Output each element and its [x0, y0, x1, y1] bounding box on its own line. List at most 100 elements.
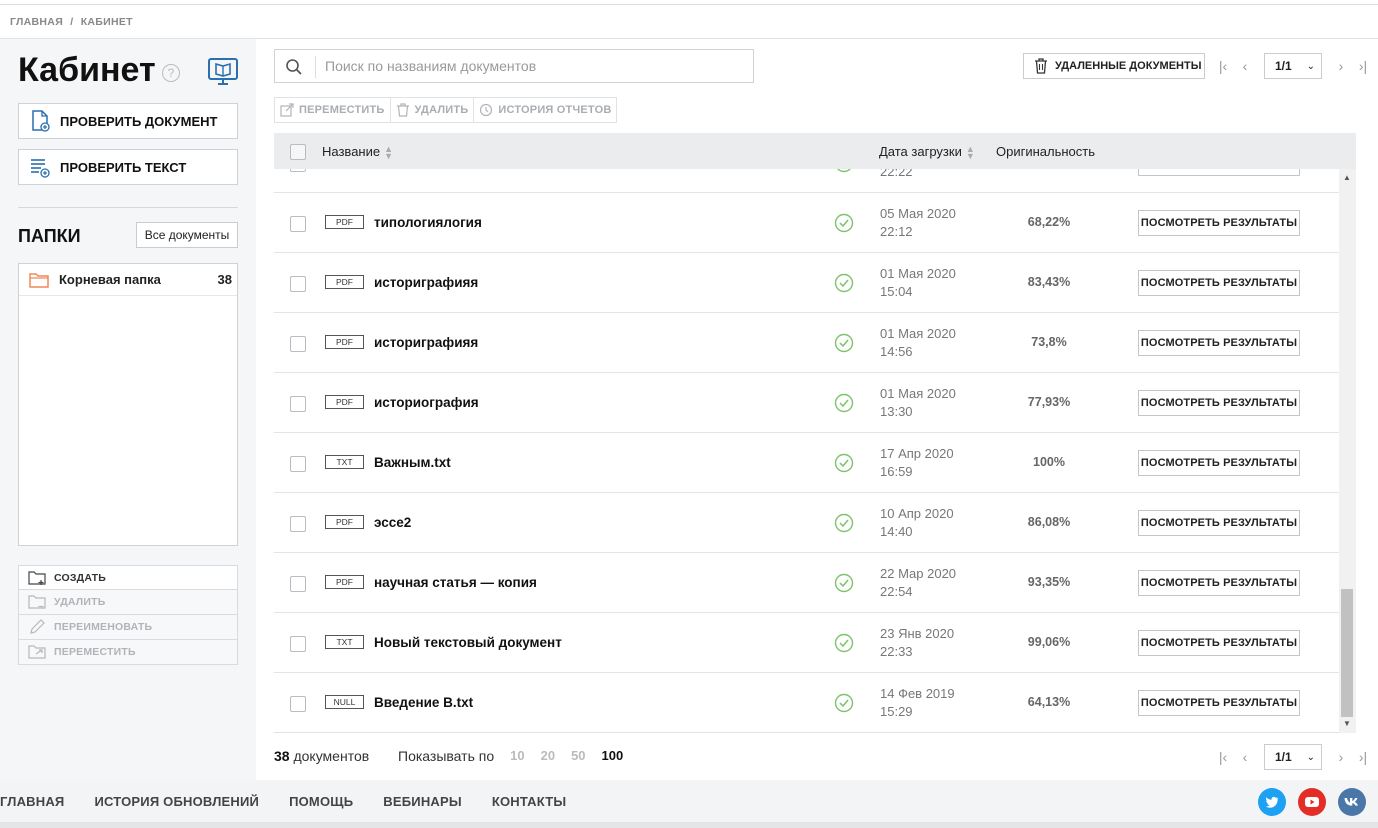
move-button[interactable]: ПЕРЕМЕСТИТЬ: [275, 98, 391, 122]
footer-link-updates[interactable]: ИСТОРИЯ ОБНОВЛЕНИЙ: [94, 794, 259, 809]
prev-page-icon[interactable]: ‹: [1235, 56, 1255, 76]
last-page-icon[interactable]: ›|: [1353, 56, 1373, 76]
table-row[interactable]: PDF научная статья — копия 22 Мар 2020 22…: [274, 553, 1339, 613]
row-checkbox[interactable]: [290, 636, 306, 652]
next-page-icon[interactable]: ›: [1331, 747, 1351, 767]
view-results-button[interactable]: ПОСМОТРЕТЬ РЕЗУЛЬТАТЫ: [1138, 630, 1300, 656]
page-select[interactable]: 1/1 ⌄: [1264, 744, 1322, 770]
row-checkbox[interactable]: [290, 216, 306, 232]
row-checkbox[interactable]: [290, 396, 306, 412]
folder-actions: СОЗДАТЬ УДАЛИТЬ ПЕРЕИМЕНОВАТЬ ПЕРЕМЕСТИТ…: [18, 565, 238, 665]
row-checkbox[interactable]: [290, 516, 306, 532]
upload-date-day: 10 Апр 2020: [880, 506, 954, 521]
row-checkbox[interactable]: [290, 696, 306, 712]
document-name[interactable]: научная статья — копия: [374, 575, 537, 590]
page-size-option[interactable]: 50: [571, 748, 585, 764]
column-date[interactable]: Дата загрузки ▲ ▼: [879, 144, 975, 160]
table-row[interactable]: PDF историграфияя 01 Мая 2020 15:04 83,43…: [274, 253, 1339, 313]
view-results-button[interactable]: [1138, 169, 1300, 176]
vk-icon[interactable]: [1338, 788, 1366, 816]
select-all-checkbox[interactable]: [290, 144, 306, 160]
scrollbar-thumb[interactable]: [1341, 589, 1353, 717]
view-results-button[interactable]: ПОСМОТРЕТЬ РЕЗУЛЬТАТЫ: [1138, 570, 1300, 596]
next-page-icon[interactable]: ›: [1331, 56, 1351, 76]
first-page-icon[interactable]: |‹: [1213, 747, 1233, 767]
last-page-icon[interactable]: ›|: [1353, 747, 1373, 767]
view-results-button[interactable]: ПОСМОТРЕТЬ РЕЗУЛЬТАТЫ: [1138, 210, 1300, 236]
document-name[interactable]: историграфияя: [374, 335, 478, 350]
row-checkbox[interactable]: [290, 576, 306, 592]
documents-table: 22:22 PDF типологиялогия 05 Мая 2020 22:1…: [274, 169, 1339, 733]
upload-date: 22:22: [880, 169, 913, 181]
delete-folder-button[interactable]: УДАЛИТЬ: [18, 590, 238, 615]
scroll-up-icon[interactable]: ▲: [1343, 173, 1351, 182]
delete-button[interactable]: УДАЛИТЬ: [391, 98, 475, 122]
check-text-button[interactable]: ПРОВЕРИТЬ ТЕКСТ: [18, 149, 238, 185]
table-scrollbar[interactable]: ▲ ▼: [1339, 169, 1356, 733]
twitter-icon[interactable]: [1258, 788, 1286, 816]
breadcrumb-home[interactable]: ГЛАВНАЯ: [10, 16, 63, 28]
table-row[interactable]: 22:22: [274, 169, 1339, 193]
table-row[interactable]: PDF историография 01 Мая 2020 13:30 77,93…: [274, 373, 1339, 433]
check-document-button[interactable]: ПРОВЕРИТЬ ДОКУМЕНТ: [18, 103, 238, 139]
view-results-button[interactable]: ПОСМОТРЕТЬ РЕЗУЛЬТАТЫ: [1138, 270, 1300, 296]
view-results-button[interactable]: ПОСМОТРЕТЬ РЕЗУЛЬТАТЫ: [1138, 510, 1300, 536]
footer-link-help[interactable]: ПОМОЩЬ: [289, 794, 353, 809]
table-row[interactable]: TXT Важным.txt 17 Апр 2020 16:59 100% ПОС…: [274, 433, 1339, 493]
rename-folder-button[interactable]: ПЕРЕИМЕНОВАТЬ: [18, 615, 238, 640]
footer-link-webinars[interactable]: ВЕБИНАРЫ: [383, 794, 462, 809]
first-page-icon[interactable]: |‹: [1213, 56, 1233, 76]
footer-link-home[interactable]: ГЛАВНАЯ: [0, 794, 64, 809]
page-size-option-active[interactable]: 100: [602, 748, 624, 764]
view-results-button[interactable]: ПОСМОТРЕТЬ РЕЗУЛЬТАТЫ: [1138, 390, 1300, 416]
chevron-down-icon: ⌄: [1306, 60, 1315, 72]
folder-item-root[interactable]: Корневая папка 38: [19, 264, 237, 296]
file-type-badge: PDF: [325, 215, 364, 229]
upload-date-day: 22 Мар 2020: [880, 566, 957, 581]
search-divider: [315, 56, 316, 78]
view-results-button[interactable]: ПОСМОТРЕТЬ РЕЗУЛЬТАТЫ: [1138, 450, 1300, 476]
row-checkbox[interactable]: [290, 276, 306, 292]
row-checkbox[interactable]: [290, 456, 306, 472]
page-select-value: 1/1: [1275, 59, 1292, 73]
document-name[interactable]: историграфияя: [374, 275, 478, 290]
document-name[interactable]: Введение В.txt: [374, 695, 473, 710]
all-documents-button[interactable]: Все документы: [136, 222, 238, 248]
document-name[interactable]: Важным.txt: [374, 455, 451, 470]
report-history-button[interactable]: ИСТОРИЯ ОТЧЕТОВ: [474, 98, 616, 122]
table-row[interactable]: NULL Введение В.txt 14 Фев 2019 15:29 64,…: [274, 673, 1339, 732]
help-icon[interactable]: ?: [162, 64, 180, 82]
footer: ГЛАВНАЯ ИСТОРИЯ ОБНОВЛЕНИЙ ПОМОЩЬ ВЕБИНА…: [0, 780, 1378, 822]
move-folder-button[interactable]: ПЕРЕМЕСТИТЬ: [18, 640, 238, 665]
footer-link-contacts[interactable]: КОНТАКТЫ: [492, 794, 566, 809]
originality-value: 64,13%: [1027, 695, 1071, 709]
table-row[interactable]: TXT Новый текстовый документ 23 Янв 2020…: [274, 613, 1339, 673]
page-size-option[interactable]: 10: [510, 748, 524, 764]
page-select[interactable]: 1/1 ⌄: [1264, 53, 1322, 79]
row-checkbox[interactable]: [290, 169, 306, 172]
view-results-button[interactable]: ПОСМОТРЕТЬ РЕЗУЛЬТАТЫ: [1138, 690, 1300, 716]
table-row[interactable]: PDF эссе2 10 Апр 2020 14:40 86,08% ПОСМОТ…: [274, 493, 1339, 553]
table-row[interactable]: PDF типологиялогия 05 Мая 2020 22:12 68,2…: [274, 193, 1339, 253]
document-name[interactable]: эссе2: [374, 515, 411, 530]
document-name[interactable]: историография: [374, 395, 479, 410]
view-results-button[interactable]: ПОСМОТРЕТЬ РЕЗУЛЬТАТЫ: [1138, 330, 1300, 356]
row-checkbox[interactable]: [290, 336, 306, 352]
create-folder-button[interactable]: СОЗДАТЬ: [18, 565, 238, 590]
table-row[interactable]: PDF историграфияя 01 Мая 2020 14:56 73,8%…: [274, 313, 1339, 373]
column-name[interactable]: Название ▲ ▼: [322, 144, 393, 160]
deleted-documents-button[interactable]: УДАЛЕННЫЕ ДОКУМЕНТЫ: [1023, 53, 1205, 79]
page-size-option[interactable]: 20: [541, 748, 555, 764]
book-monitor-icon[interactable]: [208, 58, 238, 86]
top-divider: [0, 4, 1378, 5]
prev-page-icon[interactable]: ‹: [1235, 747, 1255, 767]
upload-date-day: 14 Фев 2019: [880, 686, 955, 701]
search-input[interactable]: [325, 56, 745, 76]
upload-date-day: 01 Мая 2020: [880, 266, 956, 281]
document-name[interactable]: Новый текстовый документ: [374, 635, 562, 650]
youtube-icon[interactable]: [1298, 788, 1326, 816]
scroll-down-icon[interactable]: ▼: [1343, 719, 1351, 728]
document-name[interactable]: типологиялогия: [374, 215, 482, 230]
check-circle-icon: [834, 333, 854, 353]
search-icon[interactable]: [285, 58, 303, 76]
